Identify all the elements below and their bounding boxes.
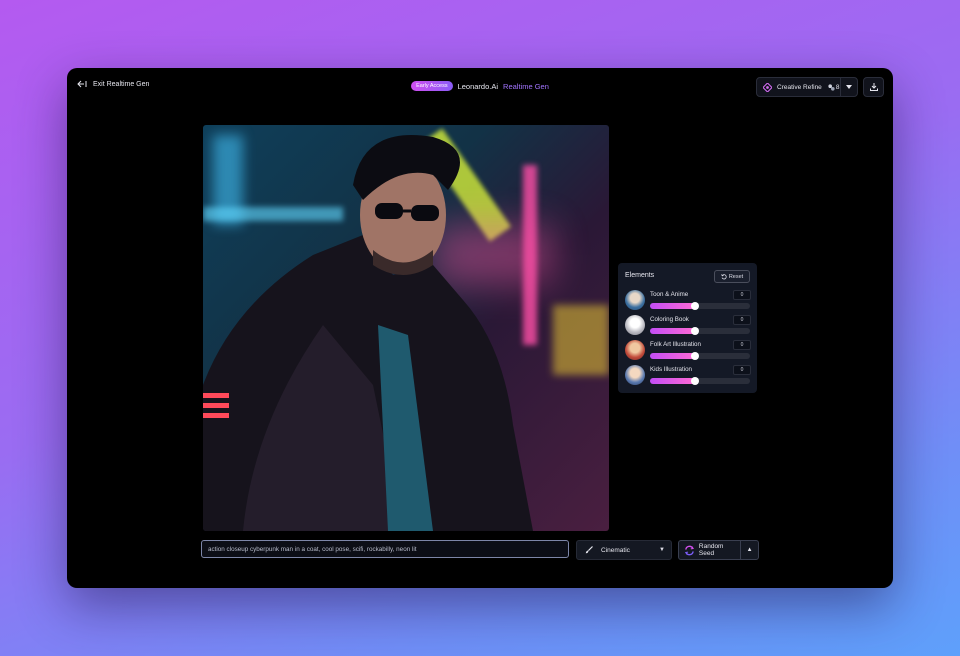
- early-access-badge: Early Access: [411, 81, 453, 91]
- element-slider[interactable]: [650, 377, 750, 385]
- reset-label: Reset: [728, 273, 744, 280]
- element-slider[interactable]: [650, 352, 750, 360]
- element-row: Folk Art Illustration 0: [625, 340, 751, 362]
- refine-dropdown[interactable]: [840, 78, 857, 96]
- brush-icon: [585, 546, 593, 554]
- element-thumbnail: [625, 290, 645, 310]
- app-window: Exit Realtime Gen Early Access Leonardo.…: [67, 68, 893, 588]
- chevron-up-icon: ▲: [746, 547, 753, 553]
- chevron-down-icon: ▼: [659, 547, 665, 553]
- element-name: Toon & Anime: [650, 291, 689, 298]
- element-row: Coloring Book 0: [625, 315, 751, 337]
- element-thumbnail: [625, 340, 645, 360]
- portrait-figure: [203, 135, 533, 531]
- element-value[interactable]: 0: [733, 290, 751, 300]
- style-select[interactable]: Cinematic ▼: [576, 540, 672, 560]
- prompt-text: action closeup cyberpunk man in a coat, …: [208, 545, 417, 553]
- element-slider[interactable]: [650, 302, 750, 310]
- reset-button[interactable]: Reset: [714, 270, 750, 283]
- slider-knob[interactable]: [691, 377, 699, 385]
- seed-label: Random Seed: [698, 543, 724, 557]
- element-value[interactable]: 0: [733, 340, 751, 350]
- refine-count-value: 8: [835, 83, 840, 91]
- slider-fill: [650, 378, 695, 384]
- token-icon: [828, 83, 835, 91]
- creative-refine-button[interactable]: Creative Refine 8: [756, 77, 858, 97]
- element-row: Kids Illustration 0: [625, 365, 751, 387]
- slider-knob[interactable]: [691, 327, 699, 335]
- download-button[interactable]: [863, 77, 884, 97]
- generated-image: [203, 125, 609, 531]
- element-slider[interactable]: [650, 327, 750, 335]
- slider-knob[interactable]: [691, 302, 699, 310]
- seed-options-button[interactable]: ▲: [740, 541, 758, 559]
- refresh-icon: [684, 545, 695, 555]
- slider-knob[interactable]: [691, 352, 699, 360]
- refine-label: Creative Refine: [777, 83, 822, 91]
- element-thumbnail: [625, 315, 645, 335]
- prompt-input[interactable]: action closeup cyberpunk man in a coat, …: [201, 540, 569, 558]
- slider-fill: [650, 328, 695, 334]
- element-name: Folk Art Illustration: [650, 341, 701, 348]
- elements-title: Elements: [625, 272, 655, 279]
- product-name: Realtime Gen: [503, 81, 549, 91]
- brand-name: Leonardo.Ai: [457, 81, 499, 91]
- element-value[interactable]: 0: [733, 365, 751, 375]
- download-icon: [869, 83, 878, 91]
- refine-count: 8: [828, 83, 840, 91]
- slider-fill: [650, 353, 695, 359]
- reset-icon: [720, 273, 727, 279]
- element-value[interactable]: 0: [733, 315, 751, 325]
- element-name: Coloring Book: [650, 316, 689, 323]
- element-name: Kids Illustration: [650, 366, 692, 373]
- style-selected: Cinematic: [601, 546, 630, 554]
- chevron-down-icon: [846, 85, 852, 89]
- slider-fill: [650, 303, 695, 309]
- element-thumbnail: [625, 365, 645, 385]
- top-bar: Exit Realtime Gen Early Access Leonardo.…: [67, 68, 893, 104]
- elements-panel: Elements Reset Toon & Anime 0 Coloring B…: [618, 263, 757, 393]
- refine-diamond-icon: [763, 82, 772, 92]
- element-row: Toon & Anime 0: [625, 290, 751, 312]
- random-seed-button[interactable]: Random Seed ▲: [678, 540, 759, 560]
